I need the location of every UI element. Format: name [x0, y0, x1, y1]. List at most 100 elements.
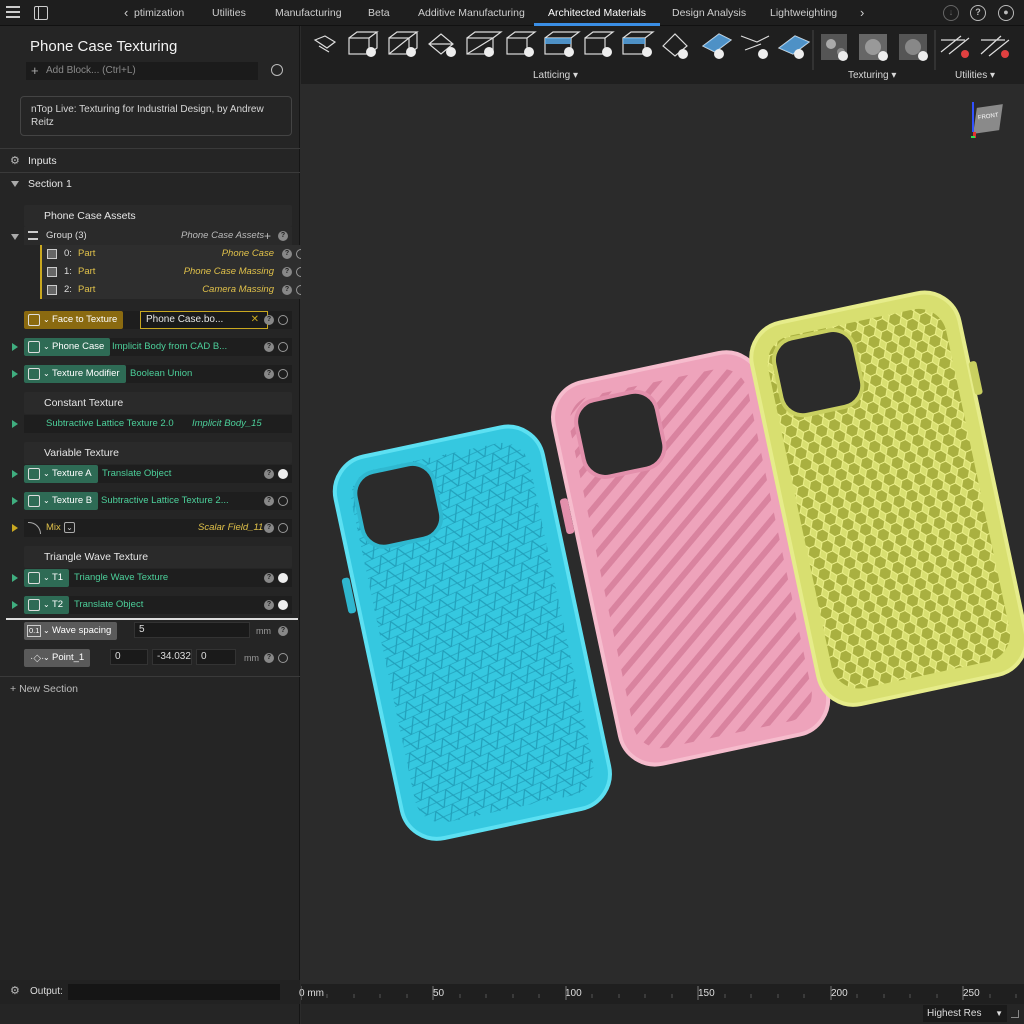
wave-spacing-row[interactable]: 0.1 ⌄ Wave spacing 5 mm ? [24, 622, 292, 640]
notebook-description[interactable]: nTop Live: Texturing for Industrial Desi… [20, 96, 292, 136]
texture-modifier-tag[interactable]: ⌄ Texture Modifier [24, 365, 126, 383]
tab-manufacturing[interactable]: Manufacturing [275, 0, 342, 26]
expand-icon[interactable] [12, 470, 18, 478]
menu-icon[interactable] [6, 6, 20, 18]
help-icon[interactable]: ? [278, 626, 288, 636]
help-icon[interactable]: ? [264, 469, 274, 479]
tab-design-analysis[interactable]: Design Analysis [672, 0, 746, 26]
wave-spacing-input[interactable]: 5 [134, 622, 250, 638]
point-z-input[interactable]: 0 [196, 649, 236, 665]
help-icon[interactable]: ? [264, 496, 274, 506]
texture-a-row[interactable]: ⌄ Texture A Translate Object ? [24, 465, 292, 483]
view-cube[interactable]: FRONT [971, 102, 1007, 138]
visibility-toggle[interactable] [278, 469, 288, 479]
face-to-texture-tag[interactable]: ⌄ Face to Texture [24, 311, 124, 329]
output-field[interactable] [68, 984, 280, 1000]
expand-icon[interactable] [12, 370, 18, 378]
ribbon-group-texturing[interactable]: Texturing ▾ [848, 70, 896, 81]
help-icon[interactable]: ? [970, 5, 986, 21]
texture-b-row[interactable]: ⌄ Texture B Subtractive Lattice Texture 2… [24, 492, 292, 510]
wave-spacing-tag[interactable]: 0.1 ⌄ Wave spacing [24, 622, 118, 640]
face-value-field[interactable]: Phone Case.bo... ✕ [140, 311, 268, 329]
panel-toggle-icon[interactable] [34, 6, 48, 20]
scroll-left-icon[interactable]: ‹ [124, 0, 128, 26]
visibility-toggle[interactable] [278, 342, 288, 352]
gear-icon[interactable]: ⚙ [10, 984, 20, 997]
visibility-toggle[interactable] [278, 496, 288, 506]
point-y-input[interactable]: -34.032 [152, 649, 192, 665]
group-collapse-icon[interactable] [11, 234, 19, 240]
t1-tag[interactable]: ⌄ T1 [24, 569, 70, 587]
ribbon-group-utilities[interactable]: Utilities ▾ [955, 70, 995, 81]
texture-b-label: Texture B [52, 495, 93, 506]
point-tag[interactable]: ·◇· ⌄ Point_1 [24, 649, 91, 667]
help-icon[interactable]: ? [264, 342, 274, 352]
tab-architected-materials[interactable]: Architected Materials [533, 0, 661, 26]
user-icon[interactable]: ● [998, 5, 1014, 21]
expand-icon[interactable] [12, 601, 18, 609]
help-icon[interactable]: ? [264, 523, 274, 533]
help-icon[interactable]: ? [282, 285, 292, 295]
collapse-icon[interactable] [11, 181, 19, 187]
tab-lightweighting[interactable]: Lightweighting [770, 0, 837, 26]
visibility-toggle[interactable] [278, 573, 288, 583]
phone-case-row[interactable]: ⌄ Phone Case Implicit Body from CAD B... … [24, 338, 292, 356]
ribbon-group-latticing[interactable]: Latticing ▾ [533, 70, 578, 81]
page-title: Phone Case Texturing [30, 38, 178, 55]
help-icon[interactable]: ? [282, 267, 292, 277]
render-quality-select[interactable]: Highest Res ▼ [923, 1005, 1007, 1022]
visibility-toggle[interactable] [278, 523, 288, 533]
expand-icon[interactable] [12, 497, 18, 505]
tab-additive-manufacturing[interactable]: Additive Manufacturing [418, 0, 525, 26]
tab-utilities[interactable]: Utilities [212, 0, 246, 26]
expand-icon[interactable] [12, 420, 18, 428]
inputs-label[interactable]: Inputs [28, 155, 57, 167]
group-row[interactable]: Group (3) Phone Case Assets + ? [24, 227, 292, 245]
help-icon[interactable]: ? [264, 315, 274, 325]
texture-b-tag[interactable]: ⌄ Texture B [24, 492, 99, 510]
refresh-icon[interactable] [271, 64, 283, 76]
add-block-input[interactable]: + Add Block... (Ctrl+L) [26, 62, 258, 80]
subtractive-lattice-row[interactable]: Subtractive Lattice Texture 2.0 Implicit… [24, 415, 292, 433]
t2-tag[interactable]: ⌄ T2 [24, 596, 70, 614]
expand-icon[interactable] [12, 524, 18, 532]
list-item[interactable]: 0: Part Phone Case ? [42, 245, 310, 263]
visibility-toggle[interactable] [278, 653, 288, 663]
help-icon[interactable]: ? [264, 369, 274, 379]
face-to-texture-row[interactable]: ⌄ Face to Texture Phone Case.bo... ✕ ? [24, 311, 292, 329]
download-icon[interactable]: ↓ [943, 5, 959, 21]
divider [0, 172, 300, 173]
visibility-toggle[interactable] [278, 369, 288, 379]
list-item[interactable]: 2: Part Camera Massing ? [42, 281, 310, 299]
point-x-input[interactable]: 0 [110, 649, 148, 665]
texture-a-tag[interactable]: ⌄ Texture A [24, 465, 98, 483]
expand-icon[interactable] [12, 343, 18, 351]
help-icon[interactable]: ? [282, 249, 292, 259]
phone-case-tag[interactable]: ⌄ Phone Case [24, 338, 111, 356]
new-section-button[interactable]: + New Section [10, 683, 78, 695]
tab-optimization[interactable]: ptimization [134, 0, 184, 26]
list-item[interactable]: 1: Part Phone Case Massing ? [42, 263, 310, 281]
resize-grip-icon[interactable] [1011, 1010, 1019, 1018]
tab-beta[interactable]: Beta [368, 0, 390, 26]
t1-row[interactable]: ⌄ T1 Triangle Wave Texture ? [24, 569, 292, 587]
help-icon[interactable]: ? [264, 653, 274, 663]
part-name: Phone Case Massing [183, 266, 274, 277]
expand-icon[interactable] [12, 574, 18, 582]
t2-row[interactable]: ⌄ T2 Translate Object ? [24, 596, 292, 614]
visibility-toggle[interactable] [278, 600, 288, 610]
3d-viewport[interactable]: FRONT [301, 84, 1024, 984]
lattice-tool-icon[interactable] [313, 35, 337, 53]
visibility-toggle[interactable] [278, 315, 288, 325]
mix-row[interactable]: Mix ⌄ Scalar Field_11 ? [24, 519, 292, 537]
point-row[interactable]: ·◇· ⌄ Point_1 0 -34.032 0 mm ? [24, 649, 292, 667]
texture-modifier-row[interactable]: ⌄ Texture Modifier Boolean Union ? [24, 365, 292, 383]
scroll-right-icon[interactable]: › [860, 0, 864, 26]
help-icon[interactable]: ? [278, 231, 288, 241]
help-icon[interactable]: ? [264, 573, 274, 583]
section-title[interactable]: Section 1 [28, 178, 72, 190]
help-icon[interactable]: ? [264, 600, 274, 610]
add-icon[interactable]: + [264, 227, 271, 245]
clear-icon[interactable]: ✕ [251, 312, 259, 328]
chevron-down-icon[interactable]: ⌄ [64, 522, 75, 533]
